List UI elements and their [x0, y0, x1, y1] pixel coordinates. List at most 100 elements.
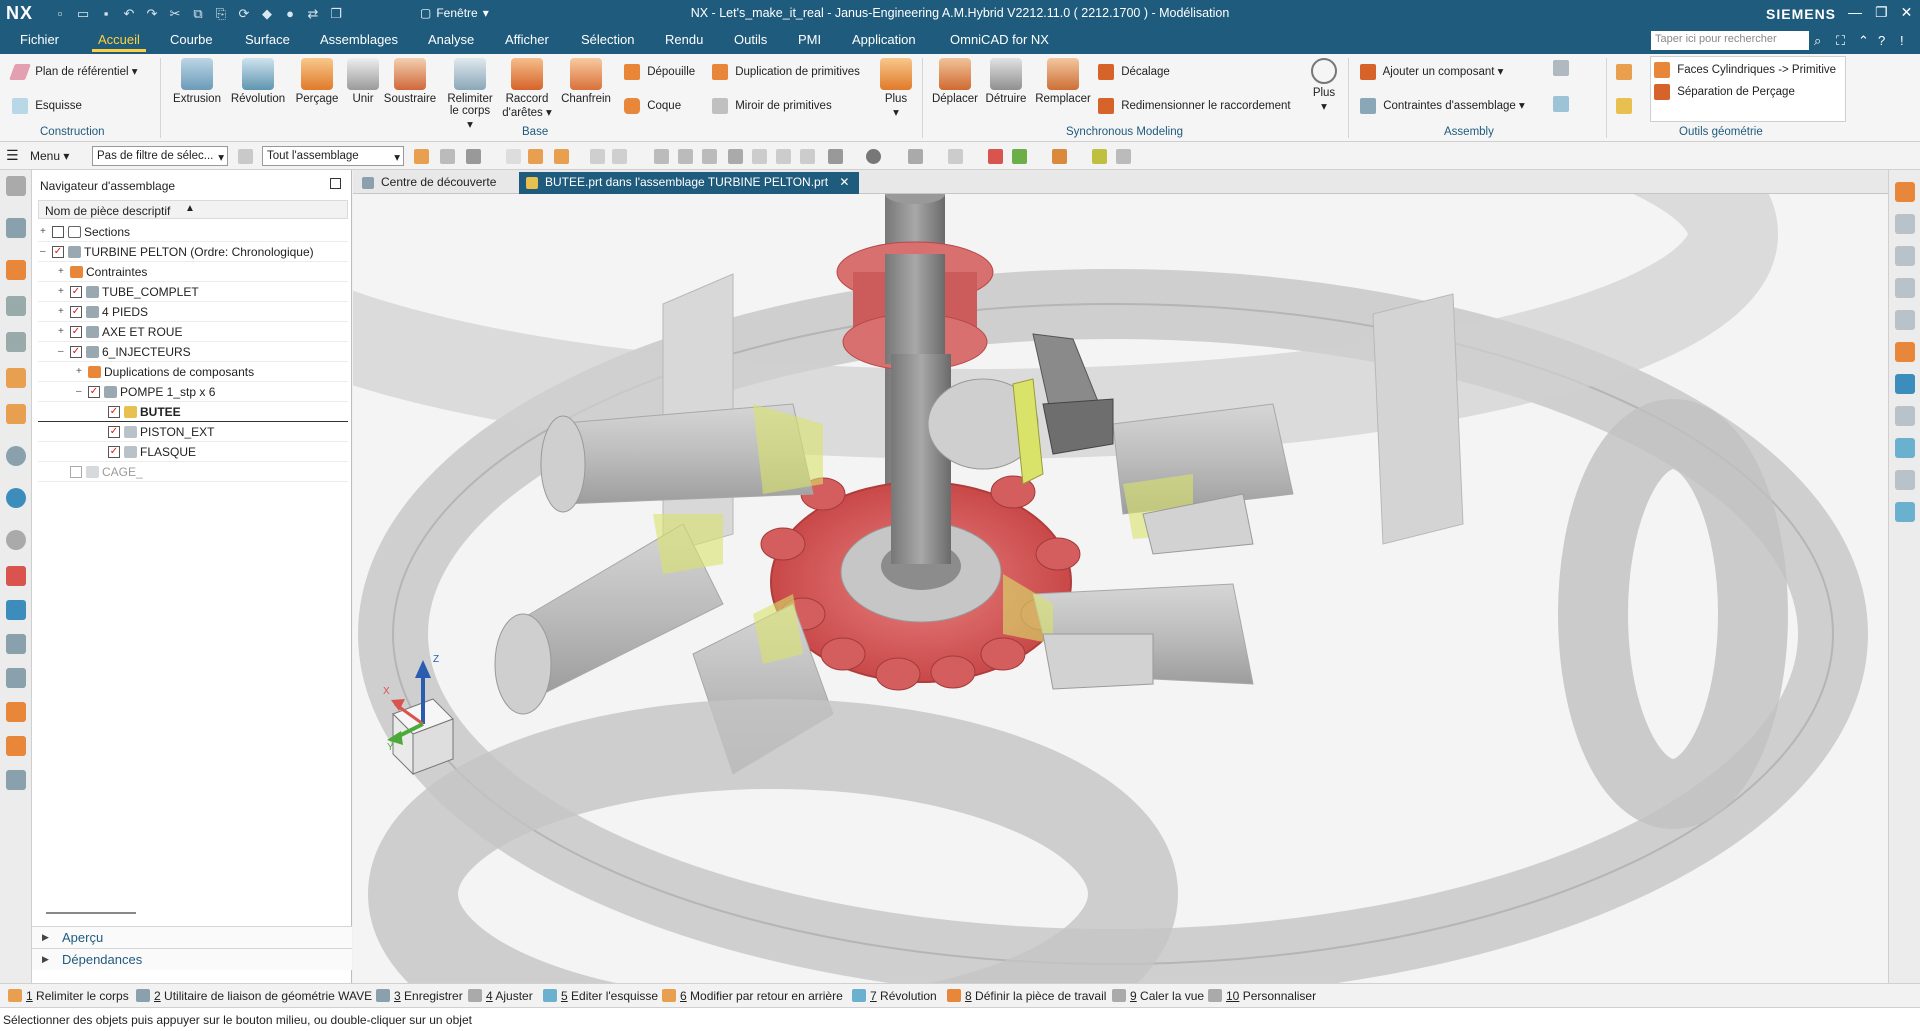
pattern-feature-button[interactable]: Duplication de primitives — [712, 64, 860, 80]
copy-icon[interactable]: ⧉ — [190, 6, 206, 22]
assembly-navigator-icon[interactable] — [6, 260, 26, 280]
visibility-checkbox[interactable]: ✓ — [70, 326, 82, 338]
expand-icon[interactable]: + — [58, 322, 68, 342]
tree-row-6-injecteurs[interactable]: – ✓ 6_INJECTEURS — [38, 342, 348, 362]
tree-row-axe-et-roue[interactable]: + ✓ AXE ET ROUE — [38, 322, 348, 342]
sync-more-button[interactable]: Plus ▾ — [1306, 58, 1342, 113]
minimize-button[interactable]: — — [1848, 4, 1862, 21]
view-orient-icon[interactable] — [776, 149, 791, 164]
quick-cmd-fit[interactable]: 4 Ajuster — [468, 989, 533, 1003]
mirror-feature-button[interactable]: Miroir de primitives — [712, 98, 832, 114]
tree-row-4-pieds[interactable]: + ✓ 4 PIEDS — [38, 302, 348, 322]
visibility-checkbox[interactable]: ✓ — [70, 306, 82, 318]
tab-analyse[interactable]: Analyse — [428, 32, 474, 47]
quick-cmd-relimiter[interactable]: 1 Relimiter le corps — [8, 989, 129, 1003]
box-select-icon[interactable] — [590, 149, 605, 164]
fullscreen-icon[interactable]: ⛶ — [1836, 33, 1845, 49]
tree-row-duplications[interactable]: + Duplications de composants — [38, 362, 348, 382]
reuse-library-icon[interactable] — [6, 332, 26, 352]
quick-cmd-wave[interactable]: 2 Utilitaire de liaison de géométrie WAV… — [136, 989, 372, 1003]
tab-assemblages[interactable]: Assemblages — [320, 32, 398, 47]
quick-cmd-lock-view[interactable]: 9 Caler la vue — [1112, 989, 1204, 1003]
tab-outils[interactable]: Outils — [734, 32, 767, 47]
visibility-checkbox[interactable]: ✓ — [108, 406, 120, 418]
lasso-select-icon[interactable] — [612, 149, 627, 164]
analysis-icon[interactable] — [1895, 342, 1915, 362]
geometry-tools-icon-1[interactable] — [1616, 64, 1636, 80]
cylindrical-faces-button[interactable]: Faces Cylindriques -> Primitive — [1654, 62, 1836, 78]
assembly-constraints-button[interactable]: Contraintes d'assemblage ▾ — [1360, 98, 1525, 114]
visibility-checkbox[interactable]: ✓ — [52, 226, 64, 238]
wireframe-icon[interactable] — [752, 149, 767, 164]
add-component-button[interactable]: Ajouter un composant ▾ — [1360, 64, 1503, 80]
visibility-checkbox[interactable]: ✓ — [70, 346, 82, 358]
curve-analysis-icon[interactable] — [1895, 438, 1915, 458]
quick-cmd-work-part[interactable]: 8 Définir la pièce de travail — [947, 989, 1106, 1003]
column-header[interactable]: Nom de pièce descriptif ▲ — [38, 200, 348, 219]
section-icon[interactable] — [1895, 406, 1915, 426]
material-sphere-icon[interactable] — [866, 149, 881, 164]
tree-row-piston-ext[interactable]: ✓ PISTON_EXT — [38, 422, 348, 442]
fit-icon[interactable] — [1895, 214, 1915, 234]
quick-cmd-customize[interactable]: 10 Personnaliser — [1208, 989, 1316, 1003]
clip-icon[interactable] — [800, 149, 815, 164]
color-icon[interactable] — [988, 149, 1003, 164]
visibility-checkbox[interactable]: ✓ — [70, 286, 82, 298]
preview-section[interactable]: ▶ Aperçu — [32, 926, 352, 948]
shaded-icon[interactable] — [728, 149, 743, 164]
settings-icon[interactable] — [6, 176, 26, 196]
visibility-checkbox[interactable]: ✓ — [52, 246, 64, 258]
menu-button[interactable]: Menu ▾ — [30, 149, 69, 163]
process-studio-icon[interactable] — [6, 600, 26, 620]
tab-butee-part[interactable]: BUTEE.prt dans l'assemblage TURBINE PELT… — [519, 172, 860, 194]
select-face-icon[interactable] — [466, 149, 481, 164]
select-component-icon[interactable] — [528, 149, 543, 164]
wave-geometry-icon[interactable] — [1895, 502, 1915, 522]
quick-cmd-save[interactable]: 3 Enregistrer — [376, 989, 463, 1003]
view-section-icon[interactable] — [1895, 278, 1915, 298]
chanfrein-button[interactable]: Chanfrein — [558, 58, 614, 105]
base-more-button[interactable]: Plus ▾ — [878, 58, 914, 119]
resize-blend-button[interactable]: Redimensionner le raccordement — [1098, 98, 1291, 114]
cut-icon[interactable]: ✂ — [167, 6, 183, 22]
visibility-checkbox[interactable]: ✓ — [108, 446, 120, 458]
tab-selection[interactable]: Sélection — [581, 32, 634, 47]
close-tab-icon[interactable]: ✕ — [839, 175, 849, 189]
revolution-button[interactable]: Révolution — [230, 58, 286, 105]
geometry-tools-icon-2[interactable] — [1616, 98, 1636, 114]
tree-row-cage[interactable]: ✓ CAGE_ — [38, 462, 348, 482]
expand-icon[interactable]: + — [40, 222, 50, 242]
invert-visibility-icon[interactable] — [1895, 470, 1915, 490]
redo-icon[interactable]: ↷ — [144, 6, 160, 22]
visibility-checkbox[interactable]: ✓ — [70, 466, 82, 478]
soustraire-button[interactable]: Soustraire — [382, 58, 438, 105]
expand-icon[interactable]: + — [58, 282, 68, 302]
show-hide-icon[interactable] — [1895, 182, 1915, 202]
tree-row-tube-complet[interactable]: + ✓ TUBE_COMPLET — [38, 282, 348, 302]
save-icon[interactable]: ▪ — [98, 6, 114, 22]
window-cascade-icon[interactable]: ❐ — [328, 6, 344, 22]
switch-window-icon[interactable]: ⇄ — [305, 6, 321, 22]
dependencies-section[interactable]: ▶ Dépendances — [32, 948, 352, 970]
web-browser-icon[interactable] — [6, 404, 26, 424]
tree-row-contraintes[interactable]: + Contraintes — [38, 262, 348, 282]
visibility-checkbox[interactable]: ✓ — [108, 426, 120, 438]
visibility-checkbox[interactable]: ✓ — [88, 386, 100, 398]
expand-icon[interactable]: + — [76, 362, 86, 382]
select-edge-icon[interactable] — [506, 149, 521, 164]
expand-icon[interactable]: + — [58, 262, 68, 282]
touch-mode-icon[interactable]: ◆ — [259, 6, 275, 22]
hd3d-icon[interactable] — [6, 368, 26, 388]
quick-cmd-edit-sketch[interactable]: 5 Editer l'esquisse — [543, 989, 658, 1003]
roles-icon[interactable] — [6, 668, 26, 688]
move-face-button[interactable]: Déplacer — [930, 58, 980, 105]
graphics-window[interactable]: Z X Y — [353, 194, 1888, 983]
tools-icon[interactable] — [6, 770, 26, 790]
hamburger-icon[interactable]: ☰ — [6, 147, 19, 164]
tree-row-flasque[interactable]: ✓ FLASQUE — [38, 442, 348, 462]
command-search-input[interactable]: Taper ici pour rechercher — [1651, 31, 1809, 50]
hole-separation-button[interactable]: Séparation de Perçage — [1654, 84, 1795, 100]
expand-icon[interactable]: + — [58, 302, 68, 322]
select-body-icon[interactable] — [440, 149, 455, 164]
work-layer-icon[interactable] — [948, 149, 963, 164]
